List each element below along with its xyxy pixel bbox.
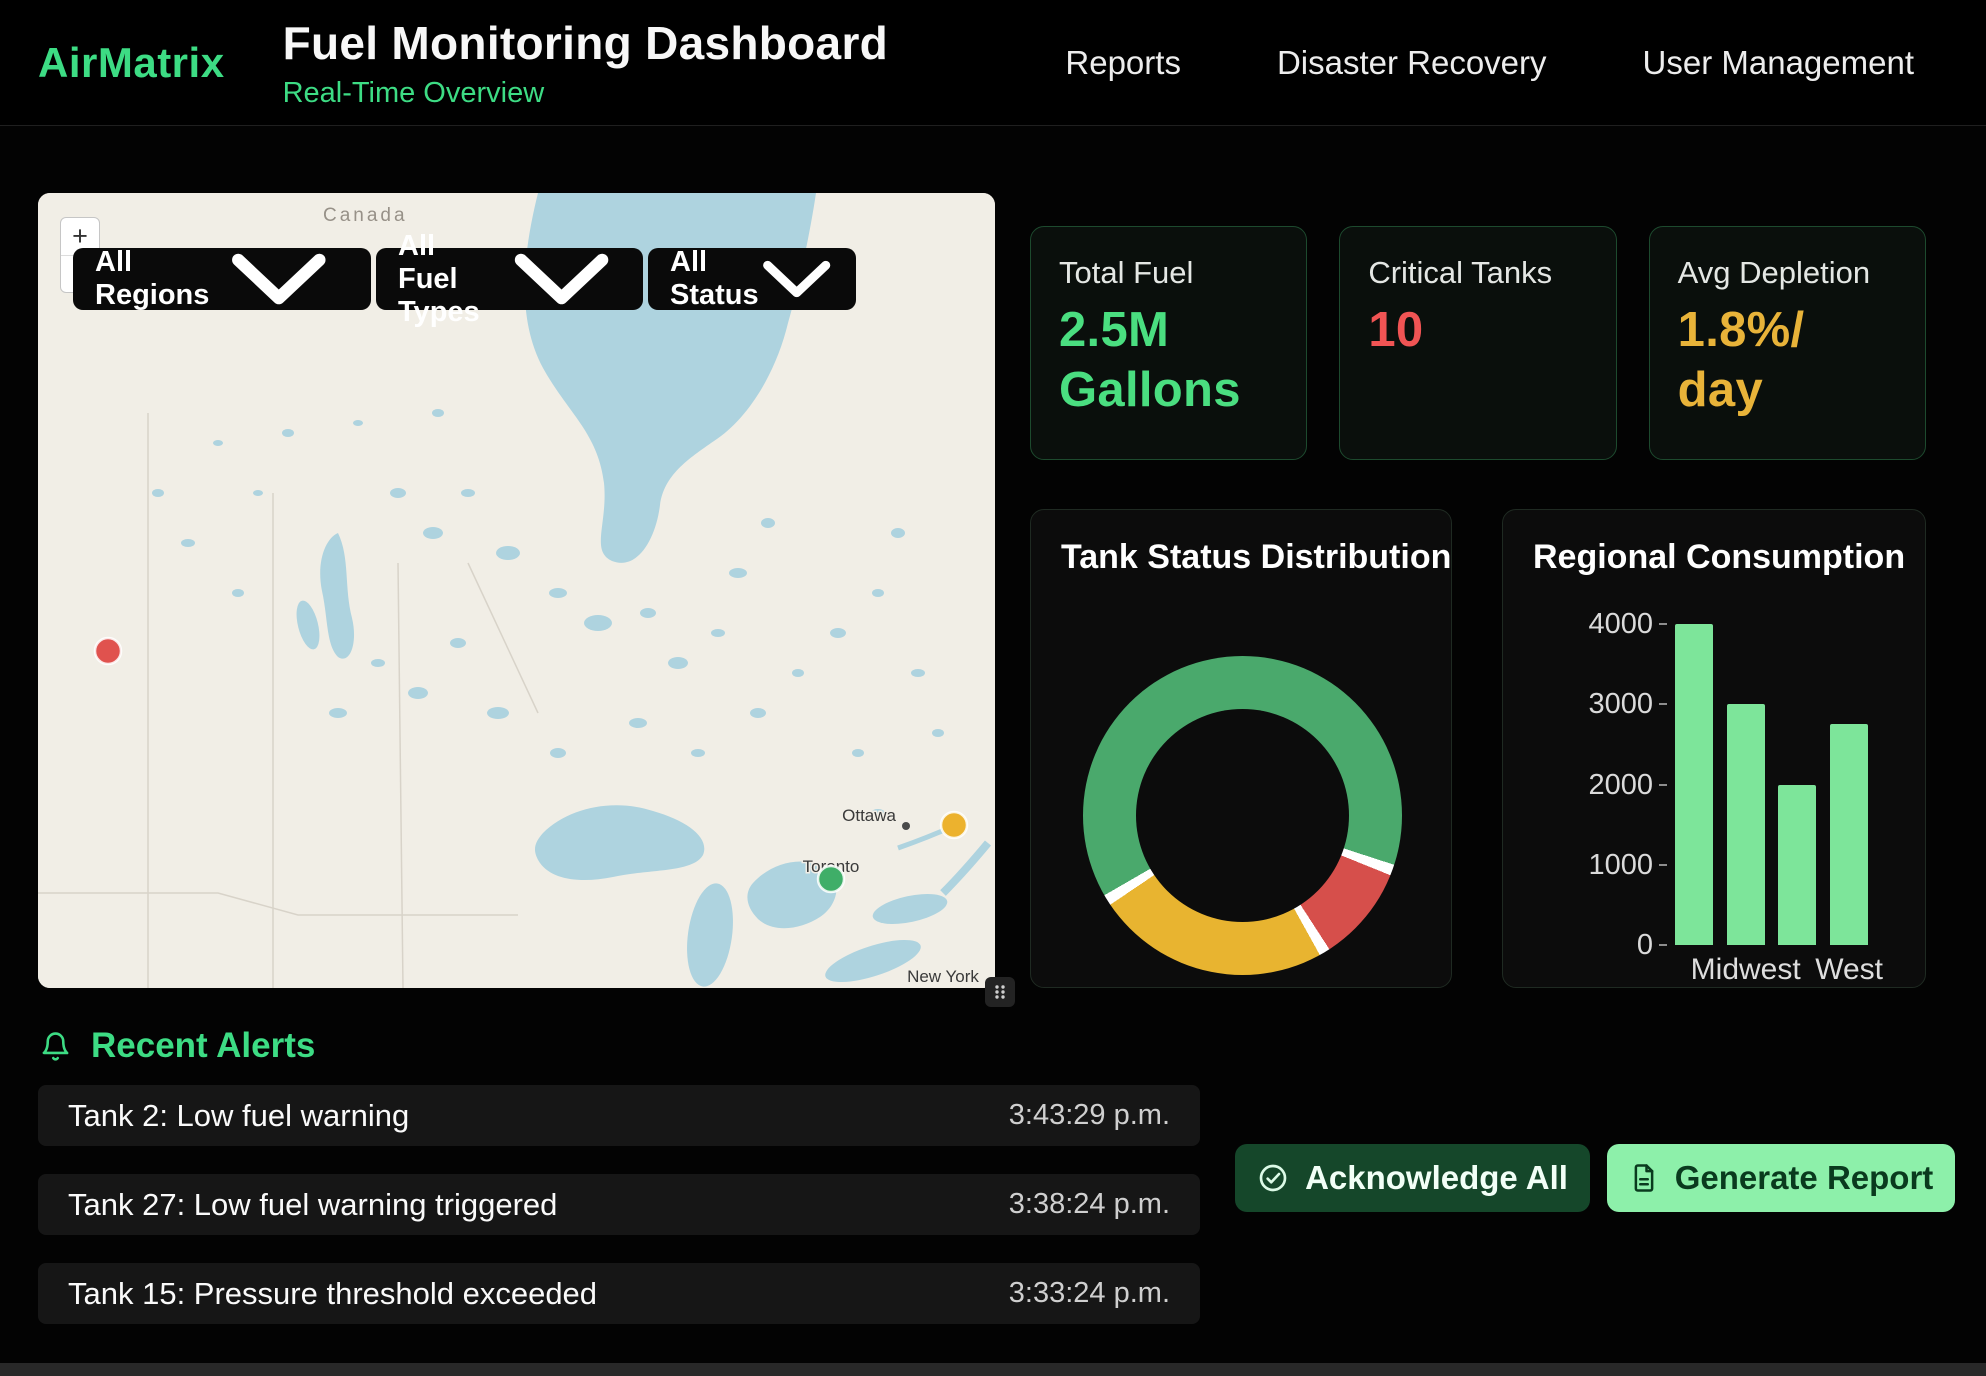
y-axis-tick-mark — [1659, 703, 1667, 705]
stat-value: 1.8%/ day — [1678, 301, 1897, 421]
regional-consumption-panel: Regional Consumption 40003000200010000Mi… — [1502, 509, 1926, 988]
stat-card-row: Total Fuel 2.5M Gallons Critical Tanks 1… — [1030, 226, 1926, 460]
stat-label: Total Fuel — [1059, 255, 1278, 291]
normal-tank-marker[interactable] — [818, 866, 844, 892]
bottom-bar — [0, 1363, 1986, 1376]
map-label-new-york: New York — [907, 967, 979, 986]
stat-card-total-fuel: Total Fuel 2.5M Gallons — [1030, 226, 1307, 460]
stat-label: Avg Depletion — [1678, 255, 1897, 291]
alert-message: Tank 15: Pressure threshold exceeded — [68, 1276, 597, 1312]
acknowledge-all-label: Acknowledge All — [1305, 1159, 1568, 1197]
tank-status-title: Tank Status Distribution — [1061, 538, 1421, 577]
alert-list-item: Tank 15: Pressure threshold exceeded 3:3… — [38, 1263, 1200, 1324]
nav-user-management[interactable]: User Management — [1643, 44, 1914, 82]
nav-reports[interactable]: Reports — [1065, 44, 1181, 82]
chevron-down-icon — [759, 248, 834, 310]
drag-handle-icon[interactable] — [985, 977, 1015, 1007]
regional-consumption-title: Regional Consumption — [1533, 538, 1895, 577]
y-axis-tick-mark — [1659, 944, 1667, 946]
stat-value: 2.5M Gallons — [1059, 301, 1278, 421]
check-circle-icon — [1257, 1162, 1289, 1194]
consumption-bar — [1675, 624, 1713, 945]
ottawa-city-dot — [902, 822, 910, 830]
consumption-bar — [1727, 704, 1765, 945]
page-title: Fuel Monitoring Dashboard — [283, 16, 888, 70]
region-filter-dropdown[interactable]: All Regions — [73, 248, 371, 310]
y-axis-tick-label: 2000 — [1541, 769, 1653, 802]
y-axis-tick-label: 3000 — [1541, 688, 1653, 721]
stat-card-avg-depletion: Avg Depletion 1.8%/ day — [1649, 226, 1926, 460]
brand-logo: AirMatrix — [38, 39, 225, 87]
x-axis-tick-label: West — [1774, 953, 1924, 987]
alert-message: Tank 27: Low fuel warning triggered — [68, 1187, 557, 1223]
alert-timestamp: 3:43:29 p.m. — [1009, 1099, 1170, 1132]
acknowledge-all-button[interactable]: Acknowledge All — [1235, 1144, 1590, 1212]
alert-message: Tank 2: Low fuel warning — [68, 1098, 409, 1134]
y-axis-tick-label: 4000 — [1541, 608, 1653, 641]
alert-timestamp: 3:38:24 p.m. — [1009, 1188, 1170, 1221]
stat-card-critical-tanks: Critical Tanks 10 — [1339, 226, 1616, 460]
consumption-bar — [1778, 785, 1816, 946]
page-subtitle: Real-Time Overview — [283, 77, 888, 110]
app-header: AirMatrix Fuel Monitoring Dashboard Real… — [0, 0, 1986, 126]
map-canvas: Canada Ottawa Toronto New York — [38, 193, 995, 988]
map-label-ottawa: Ottawa — [842, 806, 896, 825]
fuel-type-filter-value: All Fuel Types — [398, 230, 502, 329]
warning-tank-marker[interactable] — [941, 812, 967, 838]
critical-tank-marker[interactable] — [95, 638, 121, 664]
status-filter-value: All Status — [670, 246, 759, 312]
y-axis-tick-mark — [1659, 784, 1667, 786]
tank-status-panel: Tank Status Distribution — [1030, 509, 1452, 988]
main-nav: Reports Disaster Recovery User Managemen… — [1065, 44, 1986, 82]
tank-status-donut-chart — [1083, 656, 1402, 975]
consumption-bar — [1830, 724, 1868, 945]
chevron-down-icon — [209, 248, 349, 310]
region-filter-value: All Regions — [95, 246, 209, 312]
donut-hole — [1136, 709, 1349, 922]
alert-timestamp: 3:33:24 p.m. — [1009, 1277, 1170, 1310]
nav-disaster-recovery[interactable]: Disaster Recovery — [1277, 44, 1547, 82]
map-filter-bar: All Regions All Fuel Types All Status — [73, 248, 856, 310]
generate-report-label: Generate Report — [1675, 1159, 1934, 1197]
stat-label: Critical Tanks — [1368, 255, 1587, 291]
fuel-type-filter-dropdown[interactable]: All Fuel Types — [376, 248, 643, 310]
recent-alerts-heading: Recent Alerts — [40, 1026, 315, 1066]
status-filter-dropdown[interactable]: All Status — [648, 248, 856, 310]
alert-list-item: Tank 27: Low fuel warning triggered 3:38… — [38, 1174, 1200, 1235]
stat-value: 10 — [1368, 301, 1587, 361]
map-label-canada: Canada — [323, 205, 408, 226]
page-title-block: Fuel Monitoring Dashboard Real-Time Over… — [283, 16, 888, 110]
document-icon — [1629, 1163, 1659, 1193]
recent-alerts-label: Recent Alerts — [91, 1026, 315, 1066]
bell-icon — [40, 1031, 71, 1062]
y-axis-tick-label: 0 — [1541, 929, 1653, 962]
map[interactable]: Canada Ottawa Toronto New York + All Reg… — [38, 193, 995, 988]
fuel-monitoring-dashboard: AirMatrix Fuel Monitoring Dashboard Real… — [0, 0, 1986, 1376]
y-axis-tick-mark — [1659, 864, 1667, 866]
chevron-down-icon — [502, 248, 621, 310]
alert-list-item: Tank 2: Low fuel warning 3:43:29 p.m. — [38, 1085, 1200, 1146]
generate-report-button[interactable]: Generate Report — [1607, 1144, 1955, 1212]
y-axis-tick-mark — [1659, 623, 1667, 625]
y-axis-tick-label: 1000 — [1541, 849, 1653, 882]
